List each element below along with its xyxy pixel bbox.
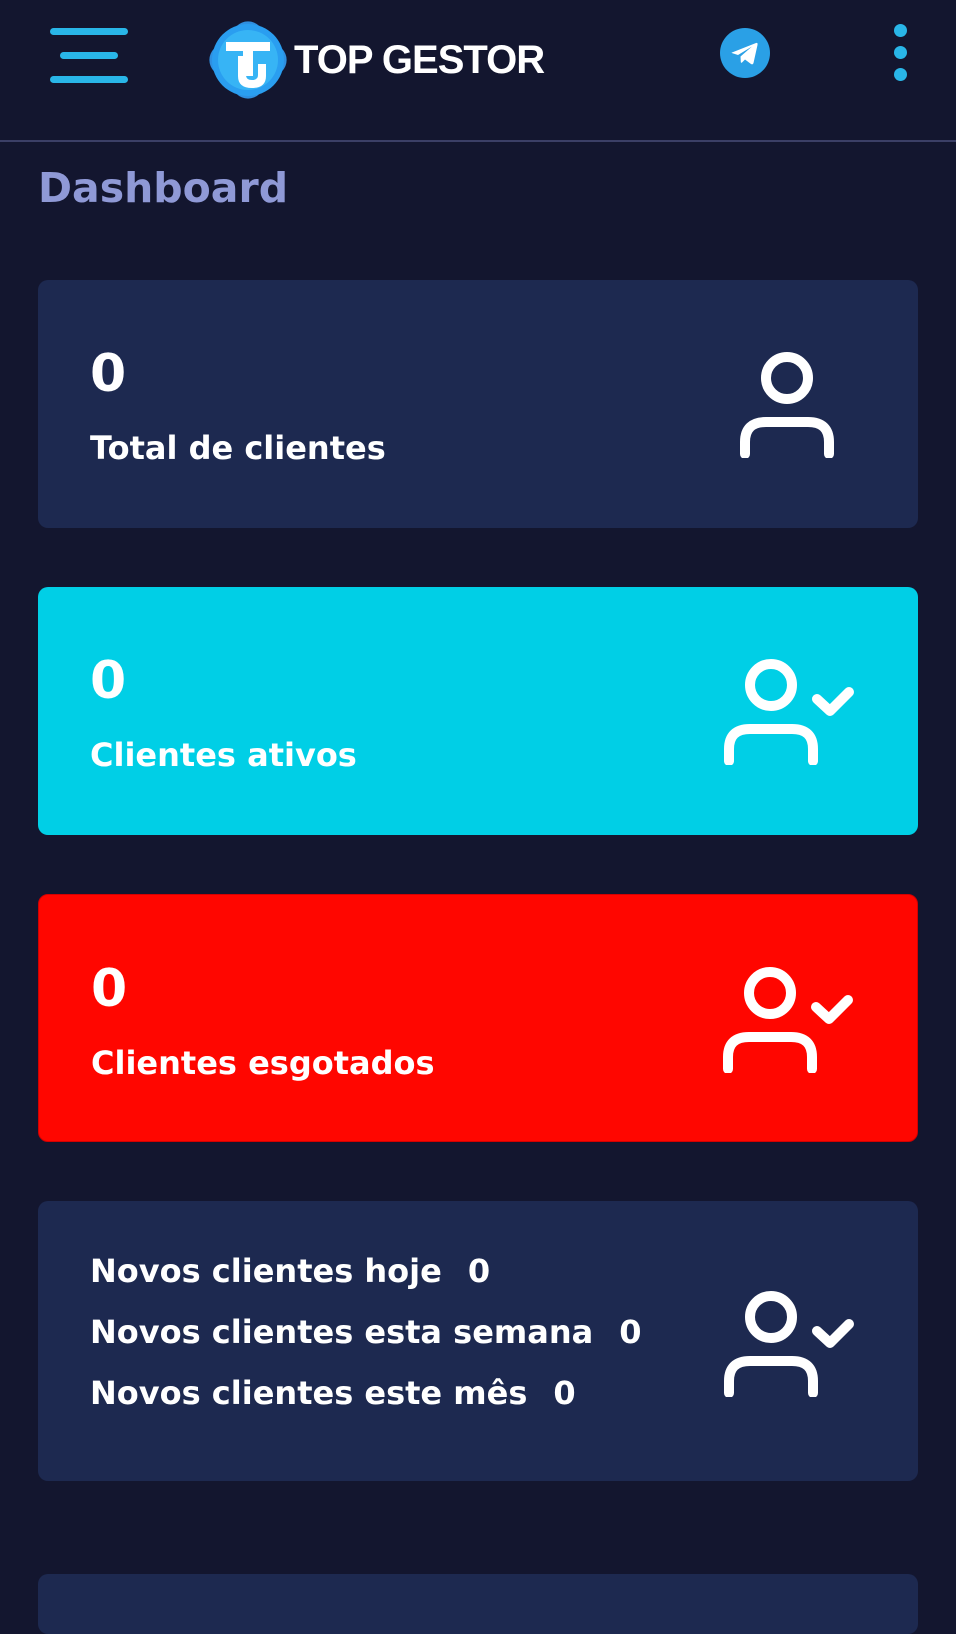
- active-clients-label: Clientes ativos: [90, 736, 357, 774]
- new-clients-month-value: 0: [553, 1374, 576, 1412]
- new-clients-week-label: Novos clientes esta semana: [90, 1313, 594, 1351]
- new-clients-month-label: Novos clientes este mês: [90, 1374, 528, 1412]
- new-clients-today-row: Novos clientes hoje 0: [90, 1253, 641, 1314]
- total-clients-label: Total de clientes: [90, 429, 386, 467]
- new-clients-week-row: Novos clientes esta semana 0: [90, 1314, 641, 1375]
- new-clients-week-value: 0: [619, 1313, 642, 1351]
- active-clients-card[interactable]: 0 Clientes ativos: [38, 587, 918, 835]
- user-check-icon: [721, 965, 857, 1077]
- total-clients-card[interactable]: 0 Total de clientes: [38, 280, 918, 528]
- user-check-icon: [722, 657, 858, 769]
- total-clients-value: 0: [90, 344, 127, 404]
- active-clients-value: 0: [90, 651, 127, 711]
- expired-clients-card[interactable]: 0 Clientes esgotados: [38, 894, 918, 1142]
- expired-clients-label: Clientes esgotados: [91, 1044, 435, 1082]
- app-logo: TOP GESTOR: [200, 10, 545, 110]
- hamburger-menu-icon[interactable]: [50, 28, 130, 86]
- user-icon: [738, 350, 838, 462]
- next-card[interactable]: [38, 1574, 918, 1634]
- kebab-menu-icon[interactable]: [880, 24, 920, 84]
- new-clients-stats: Novos clientes hoje 0 Novos clientes esta…: [90, 1253, 641, 1436]
- new-clients-month-row: Novos clientes este mês 0: [90, 1375, 641, 1436]
- user-check-icon: [722, 1289, 858, 1401]
- telegram-icon[interactable]: [720, 28, 770, 78]
- top-bar: TOP GESTOR: [0, 0, 956, 142]
- logo-mark-icon: [200, 12, 296, 108]
- expired-clients-value: 0: [91, 959, 128, 1019]
- new-clients-today-value: 0: [467, 1252, 491, 1290]
- app-name: TOP GESTOR: [294, 37, 545, 82]
- new-clients-card[interactable]: Novos clientes hoje 0 Novos clientes esta…: [38, 1201, 918, 1481]
- page-title: Dashboard: [38, 164, 289, 212]
- new-clients-today-label: Novos clientes hoje: [90, 1252, 442, 1290]
